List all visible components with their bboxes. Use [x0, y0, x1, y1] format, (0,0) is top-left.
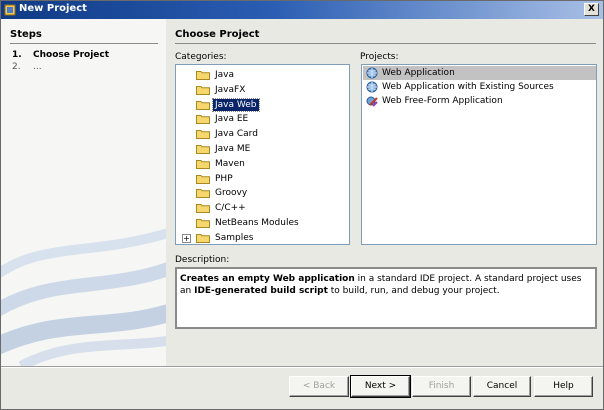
description-text-2: to build, run, and debug your project.: [327, 286, 500, 296]
folder-icon: [196, 100, 210, 110]
category-item[interactable]: Java: [176, 68, 349, 82]
description-box: Creates an empty Web application in a st…: [175, 267, 597, 329]
category-item[interactable]: NetBeans Modules: [176, 216, 349, 230]
netbeans-icon: [4, 4, 16, 16]
folder-icon: [196, 233, 210, 243]
folder-icon: [196, 71, 210, 80]
step-number: 1.: [12, 50, 22, 60]
category-item[interactable]: C/C++: [176, 201, 349, 215]
category-item[interactable]: Groovy: [176, 186, 349, 200]
category-label: Java EE: [215, 114, 249, 125]
category-item[interactable]: Java EE: [176, 112, 349, 126]
new-project-dialog: New Project X Steps 1. Choose Project 2..…: [0, 0, 604, 410]
categories-tree[interactable]: Java JavaFX Java Web Java EE Java Card Java M…: [175, 64, 350, 245]
description-label: Description:: [175, 255, 230, 265]
step-item-1: 1. Choose Project: [12, 50, 109, 60]
description-bold-2: IDE-generated build script: [194, 286, 328, 296]
step-number: 2.: [12, 62, 21, 72]
steps-panel: Steps 1. Choose Project 2....: [1, 19, 166, 366]
finish-button[interactable]: Finish: [412, 376, 471, 397]
expand-icon[interactable]: +: [182, 233, 191, 243]
project-item[interactable]: Web Free-Form Application: [363, 94, 596, 108]
category-label: NetBeans Modules: [215, 218, 299, 228]
folder-icon: [196, 219, 210, 228]
folder-icon: [196, 159, 210, 169]
folder-icon: [196, 130, 210, 140]
categories-label: Categories:: [175, 52, 227, 62]
decorative-swoosh-graphic: [1, 228, 166, 366]
category-label: Groovy: [215, 188, 248, 199]
category-item[interactable]: Java ME: [176, 142, 349, 156]
category-item[interactable]: + Samples: [176, 231, 349, 244]
category-label: Java Card: [215, 129, 258, 140]
panel-divider: [175, 43, 596, 44]
projects-list[interactable]: Web Application Web Application with Exis…: [361, 64, 597, 245]
choose-project-panel: Choose Project Categories: Projects: Jav…: [171, 19, 603, 366]
folder-icon: [196, 145, 210, 154]
panel-heading: Choose Project: [175, 29, 260, 40]
project-label: Web Free-Form Application: [382, 96, 503, 106]
cancel-button[interactable]: Cancel: [473, 376, 531, 397]
folder-icon: [196, 85, 210, 95]
category-item[interactable]: PHP: [176, 172, 349, 186]
globe-icon: [366, 81, 378, 93]
category-label: C/C++: [215, 203, 246, 214]
next-button[interactable]: Next >: [350, 375, 411, 398]
category-label: Java ME: [215, 144, 251, 154]
step-item-2: 2....: [12, 62, 42, 72]
category-label: Samples: [215, 232, 254, 243]
description-bold-1: Creates an empty Web application: [180, 274, 355, 284]
category-label: Maven: [215, 158, 245, 169]
category-label: Java Web: [212, 97, 260, 112]
steps-heading: Steps: [10, 29, 42, 40]
freeform-web-icon: [366, 96, 378, 107]
help-button[interactable]: Help: [534, 376, 593, 397]
folder-icon: [196, 204, 210, 214]
projects-label: Projects:: [360, 52, 399, 62]
window-title: New Project: [19, 3, 87, 14]
globe-icon: [366, 67, 378, 79]
steps-divider: [10, 43, 158, 44]
title-bar[interactable]: New Project X: [1, 1, 603, 19]
back-button[interactable]: < Back: [289, 376, 349, 397]
project-item[interactable]: Web Application: [363, 66, 596, 80]
category-item[interactable]: JavaFX: [176, 83, 349, 97]
step-label: ...: [33, 62, 42, 72]
category-item[interactable]: Java Web: [176, 97, 349, 112]
folder-icon: [196, 189, 210, 199]
folder-icon: [196, 174, 210, 184]
category-label: JavaFX: [215, 84, 246, 95]
category-item[interactable]: Java Card: [176, 127, 349, 141]
category-label: PHP: [215, 173, 233, 184]
close-button[interactable]: X: [584, 3, 599, 16]
project-label: Web Application with Existing Sources: [382, 82, 554, 92]
step-label: Choose Project: [33, 50, 110, 60]
category-item[interactable]: Maven: [176, 157, 349, 171]
category-label: Java: [215, 70, 235, 80]
project-item[interactable]: Web Application with Existing Sources: [363, 80, 596, 94]
folder-icon: [196, 115, 210, 125]
button-bar-divider: [1, 366, 603, 368]
project-label: Web Application: [382, 68, 455, 78]
